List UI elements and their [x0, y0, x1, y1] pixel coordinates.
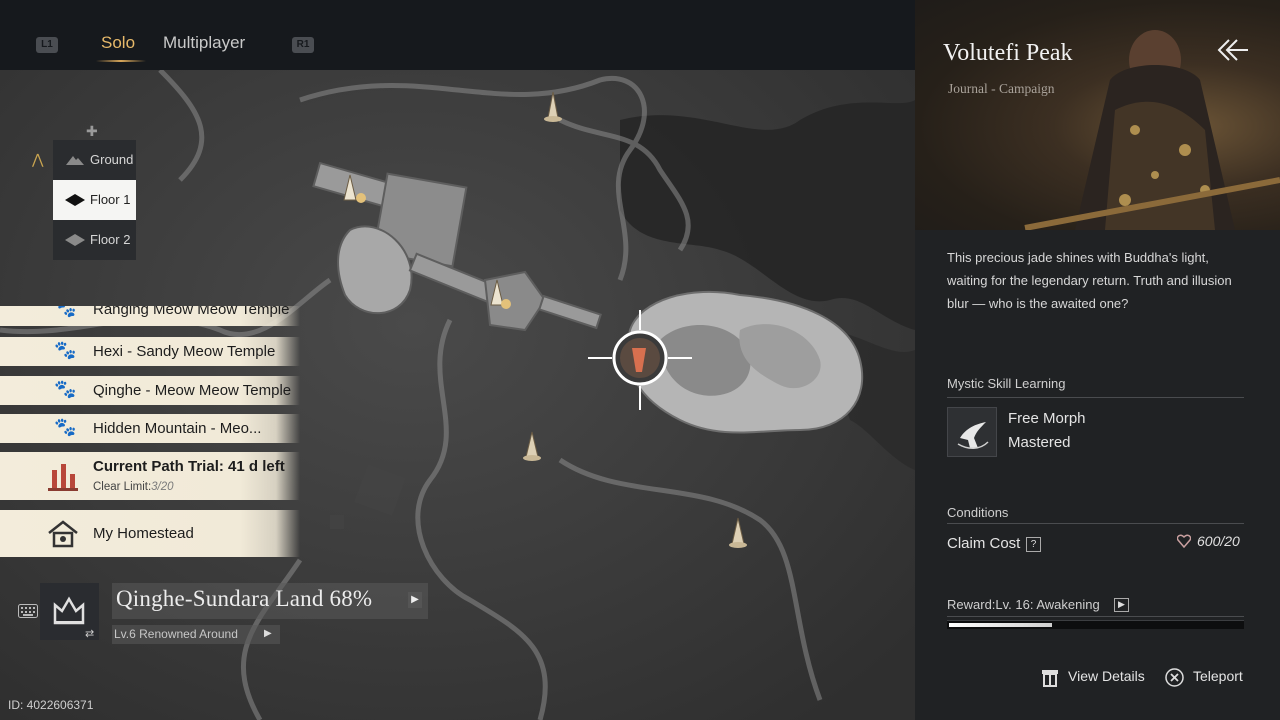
- heart-cost-icon: [1177, 534, 1191, 548]
- floor-label: Floor 1: [90, 192, 131, 207]
- view-details-icon[interactable]: [1041, 668, 1059, 687]
- view-details-button[interactable]: View Details: [1068, 668, 1145, 684]
- divider: [947, 616, 1244, 617]
- path-trial-item[interactable]: Current Path Trial: 41 d left Clear Limi…: [0, 452, 300, 500]
- location-item[interactable]: 🐾 Hexi - Sandy Meow Temple: [0, 337, 300, 366]
- conditions-section-title: Conditions: [947, 505, 1009, 520]
- floor-indicator-icon: ⋀: [32, 152, 44, 168]
- layer-floor-icon: [65, 194, 85, 206]
- floor-ground-button[interactable]: Ground: [53, 140, 136, 180]
- homestead-icon: [48, 520, 78, 548]
- paw-icon: 🐾: [54, 417, 77, 437]
- location-description: This precious jade shines with Buddha's …: [947, 250, 1232, 311]
- dpad-plus-icon: ✚: [86, 124, 98, 140]
- reward-detail-button[interactable]: ▶: [1114, 598, 1129, 612]
- reward-progress-bar: [947, 620, 1244, 629]
- location-label: Ranging Meow Meow Temple: [93, 306, 290, 318]
- r1-shoulder-hint[interactable]: R1: [292, 37, 314, 53]
- homestead-item[interactable]: My Homestead: [0, 510, 300, 557]
- back-arrow-icon[interactable]: [1215, 34, 1251, 66]
- tab-solo[interactable]: Solo: [101, 33, 135, 53]
- path-trial-title: Current Path Trial: 41 d left: [93, 458, 285, 475]
- mystic-skill-section-title: Mystic Skill Learning: [947, 376, 1066, 391]
- paw-icon: 🐾: [54, 306, 77, 318]
- tab-multiplayer[interactable]: Multiplayer: [163, 33, 245, 53]
- skill-status: Mastered: [1008, 434, 1071, 451]
- l1-shoulder-hint[interactable]: L1: [36, 37, 58, 53]
- chevron-right-icon[interactable]: ▶: [264, 628, 272, 639]
- chevron-right-icon[interactable]: ▶: [408, 592, 422, 608]
- path-trial-icon: [48, 464, 78, 491]
- keyboard-icon[interactable]: [18, 604, 38, 618]
- layer-floor-icon: [65, 234, 85, 246]
- paw-icon: 🐾: [54, 340, 77, 360]
- free-morph-skill-icon[interactable]: [947, 407, 997, 457]
- panel-title: Volutefi Peak: [943, 40, 1073, 66]
- swap-icon[interactable]: ⇄: [85, 627, 94, 640]
- skill-name: Free Morph: [1008, 410, 1086, 427]
- divider: [947, 397, 1244, 398]
- location-label: Hidden Mountain - Meo...: [93, 420, 262, 437]
- floor-label: Floor 2: [90, 232, 131, 247]
- claim-cost-label: Claim Cost: [947, 535, 1021, 552]
- location-item[interactable]: 🐾 Ranging Meow Meow Temple: [0, 306, 300, 326]
- clear-limit: Clear Limit:3/20: [93, 481, 174, 493]
- teleport-button[interactable]: Teleport: [1193, 668, 1243, 684]
- paw-icon: 🐾: [54, 379, 77, 399]
- location-detail-panel: Volutefi Peak Journal - Campaign This pr…: [915, 0, 1280, 720]
- panel-subtitle: Journal - Campaign: [948, 81, 1055, 96]
- reward-progress-fill: [949, 623, 1052, 627]
- mode-tab-bar: L1 Solo Multiplayer R1: [0, 0, 915, 70]
- active-tab-underline: [96, 60, 146, 62]
- location-item[interactable]: 🐾 Hidden Mountain - Meo...: [0, 414, 300, 443]
- location-label: Qinghe - Meow Meow Temple: [93, 382, 292, 399]
- divider: [947, 523, 1244, 524]
- teleport-x-icon[interactable]: [1165, 668, 1184, 687]
- floor-label: Ground: [90, 152, 134, 167]
- floor-selector: Ground Floor 1 Floor 2: [53, 140, 136, 260]
- homestead-label: My Homestead: [93, 525, 194, 542]
- skill-emblem: [957, 422, 989, 449]
- floor-1-button[interactable]: Floor 1: [53, 180, 136, 220]
- mountain-floor-icon: [66, 156, 84, 165]
- clear-limit-value: 3/20: [151, 481, 174, 493]
- location-item[interactable]: 🐾 Qinghe - Meow Meow Temple: [0, 376, 300, 405]
- clear-limit-label: Clear Limit:: [93, 481, 152, 493]
- region-name: Qinghe-Sundara Land 68%: [116, 586, 373, 611]
- claim-cost-value: 600/20: [1197, 533, 1240, 549]
- player-id: ID: 4022606371: [8, 698, 94, 712]
- renown-level: Lv.6 Renowned Around: [114, 627, 238, 641]
- floor-2-button[interactable]: Floor 2: [53, 220, 136, 260]
- claim-cost-help-button[interactable]: ?: [1026, 537, 1041, 552]
- reward-label: Reward:Lv. 16: Awakening: [947, 597, 1100, 612]
- location-label: Hexi - Sandy Meow Temple: [93, 343, 276, 360]
